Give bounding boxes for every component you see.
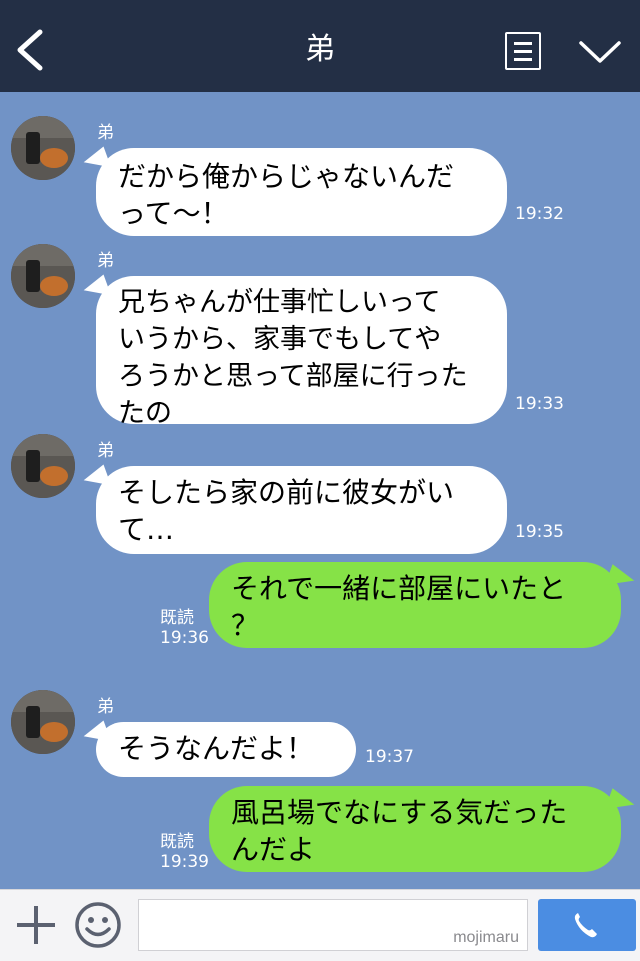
chat-header: 弟	[0, 0, 640, 92]
message-line: そしたら家の前に彼女がい	[118, 476, 455, 509]
message-time: 19:35	[515, 522, 564, 542]
message-line: 兄ちゃんが仕事忙しいって	[118, 287, 441, 318]
message-bubble[interactable]: それで一緒に部屋にいたと ？	[209, 562, 621, 648]
message-line: んだよ	[231, 833, 316, 866]
message-line: それで一緒に部屋にいたと	[231, 572, 567, 605]
message-time: 19:39	[160, 852, 209, 872]
plus-icon[interactable]	[14, 903, 58, 947]
message-line: そうなんだよ！	[118, 732, 315, 765]
sender-name: 弟	[97, 697, 114, 717]
sender-name: 弟	[97, 123, 114, 143]
message-line: ろうかと思って部屋に行った	[118, 361, 468, 392]
message-line: ？	[231, 609, 260, 642]
chevron-down-icon[interactable]	[578, 36, 622, 66]
read-receipt: 既読	[160, 832, 194, 852]
message-bubble[interactable]: だから俺からじゃないんだ って〜！	[96, 148, 507, 236]
message-line: いうから、家事でもしてや	[118, 324, 442, 355]
avatar-photo	[11, 434, 75, 498]
chat-title: 弟	[305, 32, 335, 67]
sender-name: 弟	[97, 441, 114, 461]
message-line: だから俺からじゃないんだ	[118, 160, 455, 193]
message-time: 19:37	[365, 747, 414, 767]
message-line: 風呂場でなにする気だった	[231, 796, 568, 829]
message-line: って〜！	[118, 197, 229, 230]
sender-name: 弟	[97, 251, 114, 271]
avatar[interactable]	[11, 244, 75, 308]
watermark: mojimaru	[453, 929, 519, 946]
avatar[interactable]	[11, 690, 75, 754]
message-time: 19:32	[515, 204, 564, 224]
message-time: 19:36	[160, 628, 209, 648]
avatar-photo	[11, 690, 75, 754]
avatar-photo	[11, 116, 75, 180]
message-bubble[interactable]: 風呂場でなにする気だった んだよ	[209, 786, 621, 872]
message-bubble[interactable]: そしたら家の前に彼女がい て…	[96, 466, 507, 554]
list-icon[interactable]	[505, 32, 541, 70]
message-bubble[interactable]: そうなんだよ！	[96, 722, 356, 777]
chat-area[interactable]: 弟 だから俺からじゃないんだ って〜！ 19:32 弟 兄ちゃんが仕事忙しいって…	[0, 92, 640, 889]
phone-icon	[574, 913, 597, 938]
message-time: 19:33	[515, 394, 564, 414]
avatar[interactable]	[11, 434, 75, 498]
avatar[interactable]	[11, 116, 75, 180]
read-receipt: 既読	[160, 608, 194, 628]
avatar-photo	[11, 244, 75, 308]
message-input[interactable]: mojimaru	[138, 899, 528, 951]
call-button[interactable]	[538, 899, 636, 951]
emoji-icon[interactable]	[73, 900, 123, 950]
message-bubble[interactable]: 兄ちゃんが仕事忙しいって いうから、家事でもしてや ろうかと思って部屋に行った …	[96, 276, 507, 429]
message-line: て…	[118, 513, 175, 546]
input-bar: mojimaru	[0, 889, 640, 961]
message-line: たの	[118, 398, 172, 429]
